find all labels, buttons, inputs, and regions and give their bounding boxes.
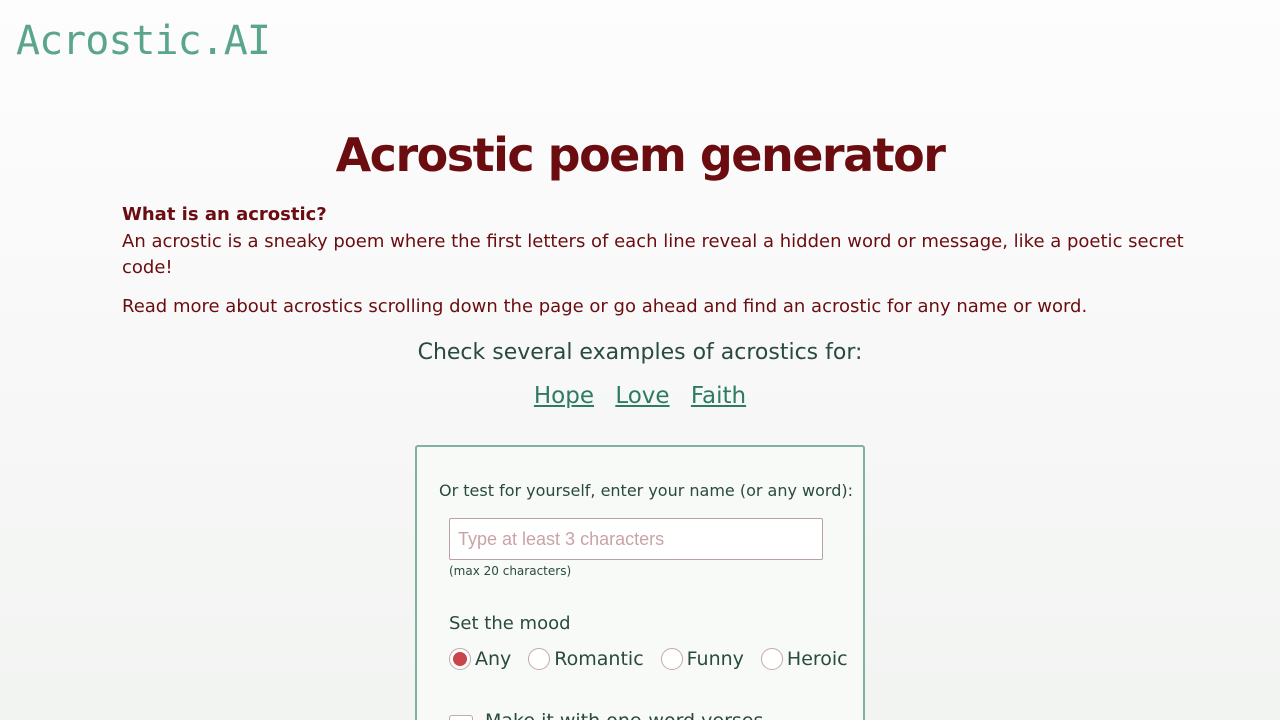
logo[interactable]: Acrostic.AI xyxy=(16,18,271,64)
intro-paragraph-2: Read more about acrostics scrolling down… xyxy=(122,296,1088,317)
one-word-checkbox[interactable] xyxy=(449,715,473,720)
generator-form: Or test for yourself, enter your name (o… xyxy=(415,445,865,720)
mood-option-funny[interactable]: Funny xyxy=(660,648,744,670)
intro-heading: What is an acrostic? xyxy=(122,204,327,225)
name-prompt-label: Or test for yourself, enter your name (o… xyxy=(439,481,854,500)
example-link-love[interactable]: Love xyxy=(615,383,669,409)
radio-romantic[interactable] xyxy=(528,648,551,670)
input-hint: (max 20 characters) xyxy=(449,564,572,578)
mood-option-heroic[interactable]: Heroic xyxy=(760,648,848,670)
one-word-label: Make it with one-word verses xyxy=(485,710,763,720)
mood-label-funny: Funny xyxy=(686,648,744,670)
name-input[interactable] xyxy=(449,518,823,560)
page-title: Acrostic poem generator xyxy=(335,128,946,182)
radio-any[interactable] xyxy=(449,648,471,670)
one-word-option[interactable]: Make it with one-word verses xyxy=(449,703,763,720)
example-link-hope[interactable]: Hope xyxy=(534,383,594,409)
mood-options: Any Romantic Funny Heroic xyxy=(449,648,865,670)
examples-title: Check several examples of acrostics for: xyxy=(417,340,863,365)
intro-section: What is an acrostic? An acrostic is a sn… xyxy=(122,204,1222,333)
mood-option-romantic[interactable]: Romantic xyxy=(528,648,644,670)
example-link-faith[interactable]: Faith xyxy=(691,383,746,409)
mood-option-any[interactable]: Any xyxy=(449,648,511,670)
mood-label: Set the mood xyxy=(449,613,571,634)
mood-label-romantic: Romantic xyxy=(554,648,644,670)
intro-paragraph-1: An acrostic is a sneaky poem where the f… xyxy=(122,231,1184,278)
mood-label-any: Any xyxy=(475,648,512,670)
radio-heroic[interactable] xyxy=(760,648,783,670)
radio-funny[interactable] xyxy=(660,648,683,670)
mood-label-heroic: Heroic xyxy=(786,648,848,670)
examples-links: Hope Love Faith xyxy=(0,383,1280,409)
